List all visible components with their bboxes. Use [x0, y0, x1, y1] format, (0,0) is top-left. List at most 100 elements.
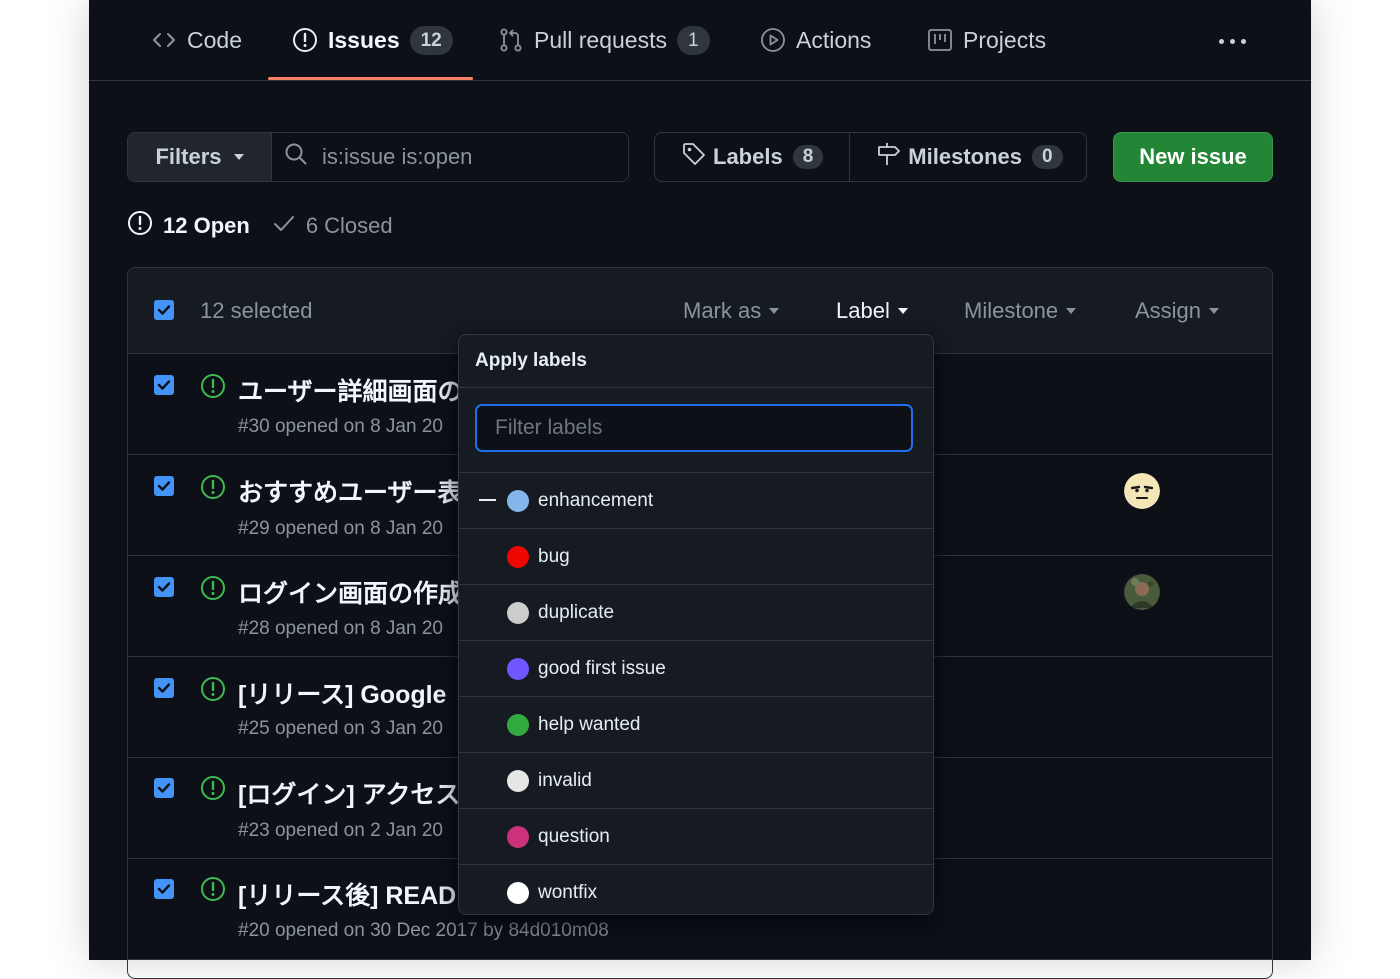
labels-milestones-group: Labels 8 Milestones 0 [654, 132, 1087, 182]
issue-checkbox[interactable] [154, 879, 174, 899]
issue-search-input[interactable]: is:issue is:open [272, 133, 628, 181]
issue-opened-icon [127, 210, 153, 242]
more-menu-icon[interactable] [1219, 39, 1246, 44]
assign-menu[interactable]: Assign [1135, 298, 1220, 324]
issue-opened-icon [200, 575, 226, 606]
tab-projects[interactable]: Projects [927, 0, 1046, 80]
label-option-invalid[interactable]: invalid [459, 753, 933, 809]
closed-issues-label: 6 Closed [305, 213, 393, 238]
issue-meta: #30 opened on 8 Jan 20 [238, 416, 443, 437]
issues-counter: 12 [409, 25, 453, 55]
issue-state-toggle: 12 Open 6 Closed [127, 210, 393, 242]
app-window: Code Issues 12 Pull requests 1 Actions P… [89, 0, 1311, 979]
tag-icon [681, 141, 707, 173]
mark-as-menu[interactable]: Mark as [683, 298, 780, 324]
label-color-swatch [507, 601, 529, 624]
issue-opened-icon [292, 27, 318, 53]
label-color-swatch [507, 825, 529, 848]
issue-checkbox[interactable] [154, 778, 174, 798]
code-icon [151, 27, 177, 53]
label-option-wontfix[interactable]: wontfix [459, 865, 933, 914]
label-option-name: invalid [538, 769, 592, 791]
check-icon [272, 211, 296, 241]
issue-checkbox[interactable] [154, 476, 174, 496]
label-color-swatch [507, 713, 529, 736]
milestone-menu-label: Milestone [964, 298, 1059, 323]
play-icon [760, 27, 786, 53]
issue-meta: #25 opened on 3 Jan 20 [238, 718, 443, 739]
milestones-counter: 0 [1031, 145, 1063, 169]
label-option-question[interactable]: question [459, 809, 933, 865]
search-value: is:issue is:open [322, 144, 473, 169]
label-option-bug[interactable]: bug [459, 529, 933, 585]
apply-labels-dropdown: Apply labels enhancement bug duplicate good… [458, 334, 934, 915]
assign-menu-label: Assign [1135, 298, 1202, 323]
open-issues-link[interactable]: 12 Open [127, 210, 250, 242]
partial-selection-icon [479, 499, 496, 501]
issue-title[interactable]: ユーザー詳細画面の [238, 372, 463, 408]
issue-meta: #29 opened on 8 Jan 20 [238, 518, 443, 539]
milestones-button-label: Milestones [908, 144, 1022, 169]
filters-button[interactable]: Filters [128, 133, 272, 181]
chevron-down-icon [1066, 308, 1077, 314]
label-color-swatch [507, 881, 529, 904]
selected-tab-indicator [268, 77, 473, 80]
label-color-swatch [507, 769, 529, 792]
project-icon [927, 27, 953, 53]
assignee-avatar[interactable] [1124, 473, 1160, 509]
issue-title[interactable]: おすすめユーザー表 [238, 473, 463, 509]
issue-title[interactable]: [リリース後] READ [238, 876, 456, 912]
label-menu[interactable]: Label [836, 298, 908, 324]
label-option-enhancement[interactable]: enhancement [459, 473, 933, 529]
label-filter-input[interactable] [475, 404, 913, 452]
issue-meta: #28 opened on 8 Jan 20 [238, 618, 443, 639]
label-option-name: good first issue [538, 657, 666, 679]
issue-checkbox[interactable] [154, 577, 174, 597]
assignee-avatar[interactable] [1124, 574, 1160, 610]
label-option-name: question [538, 825, 610, 847]
tab-pull-requests[interactable]: Pull requests 1 [498, 0, 710, 80]
label-option-name: wontfix [538, 881, 598, 903]
tab-actions-label: Actions [796, 26, 872, 53]
chevron-down-icon [1209, 308, 1220, 314]
issue-meta: #20 opened on 30 Dec 2017 by 84d010m08 [238, 920, 609, 941]
git-pull-request-icon [498, 27, 524, 53]
tab-issues[interactable]: Issues 12 [292, 0, 453, 80]
closed-issues-link[interactable]: 6 Closed [272, 211, 393, 241]
label-option-name: duplicate [538, 601, 615, 623]
chevron-down-icon [897, 308, 908, 314]
mark-as-label: Mark as [683, 298, 762, 323]
issue-title[interactable]: [ログイン] アクセス [238, 775, 460, 811]
labels-button[interactable]: Labels 8 [655, 133, 849, 181]
tab-code[interactable]: Code [151, 0, 242, 80]
issue-opened-icon [200, 876, 226, 907]
tab-code-label: Code [187, 26, 242, 53]
issue-opened-icon [200, 676, 226, 707]
label-option-good-first-issue[interactable]: good first issue [459, 641, 933, 697]
label-option-name: help wanted [538, 713, 641, 735]
pull-requests-counter: 1 [676, 25, 710, 55]
filters-label: Filters [155, 144, 222, 169]
label-filter-wrap [459, 388, 933, 473]
label-menu-label: Label [836, 298, 890, 323]
issue-title[interactable]: [リリース] Google [238, 675, 446, 711]
label-option-help-wanted[interactable]: help wanted [459, 697, 933, 753]
milestones-button[interactable]: Milestones 0 [849, 133, 1086, 181]
chevron-down-icon [233, 154, 244, 160]
chevron-down-icon [769, 308, 780, 314]
label-option-name: bug [538, 545, 570, 567]
issue-checkbox[interactable] [154, 678, 174, 698]
labels-counter: 8 [792, 145, 824, 169]
tab-actions[interactable]: Actions [760, 0, 871, 80]
issue-meta: #23 opened on 2 Jan 20 [238, 820, 443, 841]
issue-checkbox[interactable] [154, 375, 174, 395]
label-option-duplicate[interactable]: duplicate [459, 585, 933, 641]
issue-opened-icon [200, 373, 226, 404]
new-issue-button[interactable]: New issue [1113, 132, 1273, 182]
label-color-swatch [507, 657, 529, 680]
issue-title[interactable]: ログイン画面の作成 [238, 574, 463, 610]
milestone-menu[interactable]: Milestone [964, 298, 1077, 324]
search-icon [284, 142, 308, 172]
select-all-checkbox[interactable] [154, 300, 174, 320]
tab-pull-requests-label: Pull requests [534, 26, 667, 53]
